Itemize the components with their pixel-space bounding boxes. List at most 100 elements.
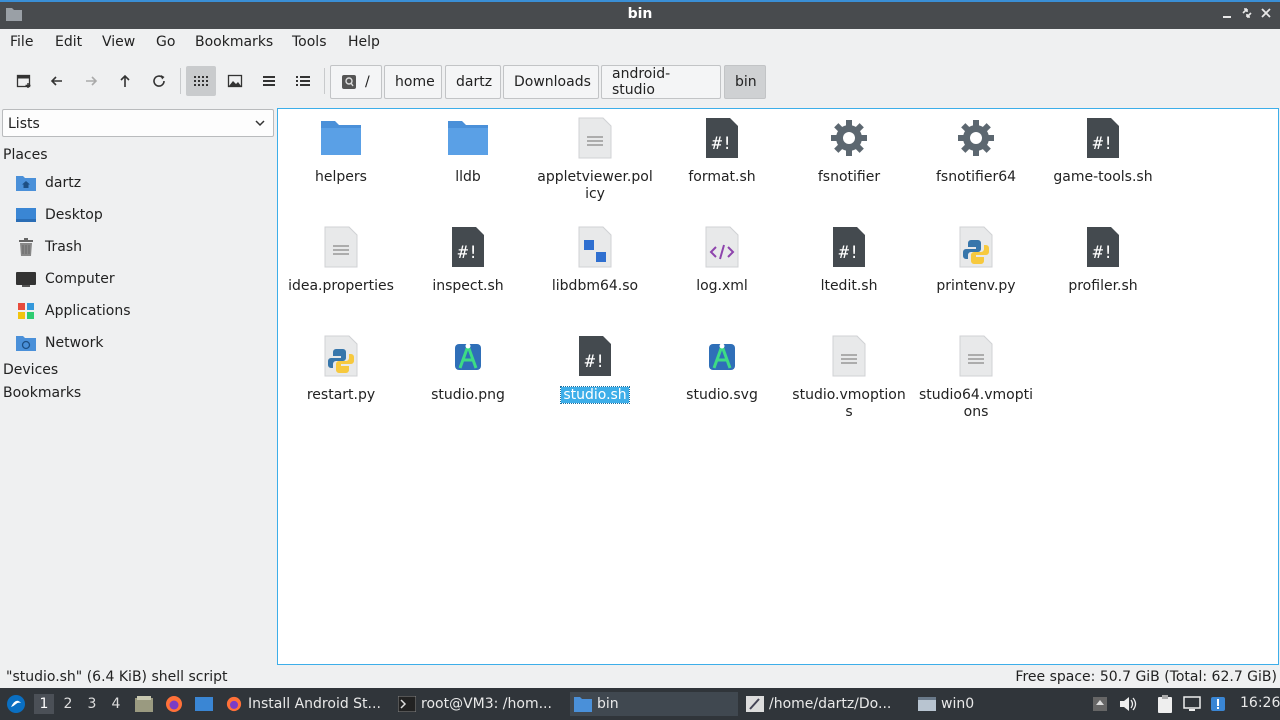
workspace-3[interactable]: 3 bbox=[82, 694, 102, 714]
bookmarks-header[interactable]: Bookmarks bbox=[3, 385, 81, 401]
side-pane-mode-select[interactable]: Lists bbox=[2, 109, 274, 137]
clock[interactable]: 16:26 bbox=[1240, 695, 1280, 711]
python-file-icon bbox=[954, 225, 998, 269]
thumbnail-view-button[interactable] bbox=[220, 66, 250, 96]
file-name: printenv.py bbox=[936, 278, 1016, 294]
applications-icon bbox=[16, 302, 36, 320]
task-terminal[interactable]: root@VM3: /hom... bbox=[398, 692, 560, 716]
terminal-icon bbox=[398, 696, 416, 712]
menu-tools[interactable]: Tools bbox=[292, 34, 327, 50]
forward-button[interactable] bbox=[76, 66, 106, 96]
file-item[interactable]: studio.svg bbox=[660, 334, 784, 404]
menu-file[interactable]: File bbox=[10, 34, 33, 50]
file-manager-launcher[interactable] bbox=[135, 695, 153, 713]
file-item[interactable]: #! profiler.sh bbox=[1041, 225, 1165, 295]
file-name: studio.vmoptions bbox=[792, 387, 906, 420]
menu-view[interactable]: View bbox=[102, 34, 135, 50]
file-item[interactable]: #! game-tools.sh bbox=[1041, 116, 1165, 186]
file-item[interactable]: lldb bbox=[406, 116, 530, 186]
firefox-launcher[interactable] bbox=[165, 695, 183, 713]
breadcrumb-root[interactable]: / bbox=[330, 65, 382, 99]
file-item[interactable]: #! format.sh bbox=[660, 116, 784, 186]
task-file-manager-bin[interactable]: bin bbox=[570, 692, 738, 716]
file-item[interactable]: log.xml bbox=[660, 225, 784, 295]
folder-icon bbox=[446, 116, 490, 160]
tray-upload-button[interactable] bbox=[1091, 695, 1109, 713]
home-folder-icon bbox=[16, 174, 36, 192]
compact-view-button[interactable] bbox=[254, 66, 284, 96]
reload-button[interactable] bbox=[144, 66, 174, 96]
svg-text:#!: #! bbox=[1093, 134, 1113, 154]
window-title: bin bbox=[627, 6, 653, 22]
show-desktop-button[interactable] bbox=[195, 695, 213, 713]
sidebar-item-dartz[interactable]: dartz bbox=[16, 169, 272, 197]
file-item[interactable]: #! inspect.sh bbox=[406, 225, 530, 295]
detailed-view-button[interactable] bbox=[288, 66, 318, 96]
file-view[interactable]: helpers lldb appletviewer.policy #! form… bbox=[277, 108, 1279, 665]
icon-view-button[interactable] bbox=[186, 66, 216, 96]
task-firefox[interactable]: Install Android St... bbox=[225, 692, 385, 716]
menu-bookmarks[interactable]: Bookmarks bbox=[195, 34, 273, 50]
workspace-2[interactable]: 2 bbox=[58, 694, 78, 714]
notification-icon bbox=[1211, 697, 1225, 711]
breadcrumb-bin[interactable]: bin bbox=[724, 65, 766, 99]
file-item[interactable]: printenv.py bbox=[914, 225, 1038, 295]
sidebar-item-computer[interactable]: Computer bbox=[16, 265, 272, 293]
close-button[interactable] bbox=[1258, 6, 1274, 22]
arrow-left-icon bbox=[50, 76, 62, 86]
file-item[interactable]: studio64.vmoptions bbox=[914, 334, 1038, 421]
devices-header[interactable]: Devices bbox=[3, 362, 58, 378]
sidebar-item-desktop[interactable]: Desktop bbox=[16, 201, 272, 229]
sidebar-item-trash[interactable]: Trash bbox=[16, 233, 272, 261]
breadcrumb-android-studio[interactable]: android-studio bbox=[601, 65, 721, 99]
menu-help[interactable]: Help bbox=[348, 34, 380, 50]
breadcrumb-home[interactable]: home bbox=[384, 65, 442, 99]
file-item[interactable]: appletviewer.policy bbox=[533, 116, 657, 203]
file-item[interactable]: #! studio.sh bbox=[533, 334, 657, 404]
menu-go[interactable]: Go bbox=[156, 34, 175, 50]
new-window-button[interactable] bbox=[9, 66, 39, 96]
task-win0[interactable]: win0 bbox=[918, 692, 1080, 716]
display-button[interactable] bbox=[1183, 695, 1201, 713]
workspace-1[interactable]: 1 bbox=[34, 694, 54, 714]
file-item[interactable]: helpers bbox=[279, 116, 403, 186]
clipboard-icon bbox=[1158, 695, 1172, 713]
detail-list-icon bbox=[296, 76, 310, 86]
minimize-button[interactable] bbox=[1219, 6, 1235, 22]
shell-script-icon: #! bbox=[1081, 225, 1125, 269]
file-item[interactable]: restart.py bbox=[279, 334, 403, 404]
sidebar-item-network[interactable]: Network bbox=[16, 329, 272, 357]
breadcrumb-dartz[interactable]: dartz bbox=[445, 65, 501, 99]
svg-text:#!: #! bbox=[712, 134, 732, 154]
window-titlebar[interactable]: bin bbox=[0, 0, 1280, 29]
maximize-button[interactable] bbox=[1239, 6, 1255, 22]
up-button[interactable] bbox=[110, 66, 140, 96]
file-name: fsnotifier64 bbox=[935, 169, 1017, 185]
file-item[interactable]: libdbm64.so bbox=[533, 225, 657, 295]
start-menu-button[interactable] bbox=[6, 694, 26, 714]
workspace-4[interactable]: 4 bbox=[106, 694, 126, 714]
places-header[interactable]: Places bbox=[3, 147, 48, 163]
file-item[interactable]: fsnotifier64 bbox=[914, 116, 1038, 186]
file-item[interactable]: studio.png bbox=[406, 334, 530, 404]
sidebar-item-applications[interactable]: Applications bbox=[16, 297, 272, 325]
file-name: helpers bbox=[315, 169, 367, 185]
breadcrumb-root-label: / bbox=[365, 74, 370, 90]
file-name: studio64.vmoptions bbox=[918, 387, 1034, 420]
back-button[interactable] bbox=[42, 66, 72, 96]
breadcrumb-downloads[interactable]: Downloads bbox=[503, 65, 599, 99]
side-pane-mode-value: Lists bbox=[8, 116, 40, 132]
task-text-editor[interactable]: /home/dartz/Do... bbox=[746, 692, 908, 716]
volume-button[interactable] bbox=[1119, 695, 1137, 713]
file-item[interactable]: fsnotifier bbox=[787, 116, 911, 186]
file-item[interactable]: studio.vmoptions bbox=[787, 334, 911, 421]
task-label: Install Android St... bbox=[248, 696, 381, 712]
notification-button[interactable] bbox=[1209, 695, 1227, 713]
file-item[interactable]: idea.properties bbox=[279, 225, 403, 295]
toolbar-separator bbox=[180, 68, 181, 94]
clipboard-button[interactable] bbox=[1156, 695, 1174, 713]
lubuntu-logo-icon bbox=[7, 695, 25, 713]
file-name: studio.png bbox=[431, 387, 505, 403]
menu-edit[interactable]: Edit bbox=[55, 34, 82, 50]
file-item[interactable]: #! ltedit.sh bbox=[787, 225, 911, 295]
